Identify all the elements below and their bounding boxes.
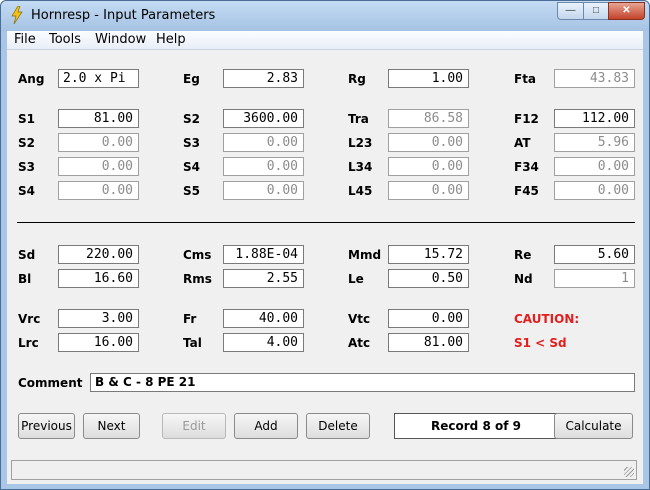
maximize-icon: □ bbox=[592, 5, 600, 16]
field-rms[interactable]: 2.55 bbox=[223, 269, 304, 288]
field-eg[interactable]: 2.83 bbox=[223, 69, 304, 88]
label-vtc: Vtc bbox=[348, 312, 371, 326]
label-bl: Bl bbox=[18, 272, 32, 286]
title-bar[interactable]: Hornresp - Input Parameters — □ ✕ bbox=[1, 1, 649, 31]
label-cms: Cms bbox=[183, 248, 212, 262]
field-le[interactable]: 0.50 bbox=[388, 269, 469, 288]
label-comment: Comment bbox=[18, 376, 83, 390]
label-rg: Rg bbox=[348, 72, 366, 86]
label-l45: L45 bbox=[348, 184, 373, 198]
label-f34: F34 bbox=[514, 160, 539, 174]
field-s2[interactable]: 3600.00 bbox=[223, 109, 304, 128]
next-button[interactable]: Next bbox=[83, 413, 140, 439]
label-tal: Tal bbox=[183, 336, 202, 350]
label-l34: L34 bbox=[348, 160, 373, 174]
menu-file[interactable]: File bbox=[14, 32, 36, 47]
record-indicator: Record 8 of 9 bbox=[394, 413, 558, 439]
label-s1: S1 bbox=[18, 112, 35, 126]
calculate-button[interactable]: Calculate bbox=[554, 413, 633, 439]
field-s4: 0.00 bbox=[223, 157, 304, 176]
field-re[interactable]: 5.60 bbox=[554, 245, 635, 264]
label-f45: F45 bbox=[514, 184, 539, 198]
status-bar bbox=[11, 460, 637, 480]
input-parameters-panel: Ang 2.0 x Pi Eg 2.83 Rg 1.00 Fta 43.83 S… bbox=[7, 50, 643, 484]
add-button[interactable]: Add bbox=[234, 413, 298, 439]
field-s3-lower: 0.00 bbox=[58, 157, 139, 176]
app-window: Hornresp - Input Parameters — □ ✕ File T… bbox=[0, 0, 650, 490]
label-le: Le bbox=[348, 272, 364, 286]
field-mmd[interactable]: 15.72 bbox=[388, 245, 469, 264]
caution-message: S1 < Sd bbox=[514, 336, 567, 350]
maximize-button[interactable]: □ bbox=[583, 2, 609, 20]
window-title: Hornresp - Input Parameters bbox=[31, 8, 216, 23]
field-l45: 0.00 bbox=[388, 181, 469, 200]
label-s2-lower: S2 bbox=[18, 136, 35, 150]
label-s5: S5 bbox=[183, 184, 200, 198]
field-f12[interactable]: 112.00 bbox=[554, 109, 635, 128]
field-s4-lower: 0.00 bbox=[58, 181, 139, 200]
label-s4: S4 bbox=[183, 160, 200, 174]
caution-title: CAUTION: bbox=[514, 312, 580, 326]
menu-help[interactable]: Help bbox=[156, 32, 186, 47]
field-bl[interactable]: 16.60 bbox=[58, 269, 139, 288]
label-ang: Ang bbox=[18, 72, 45, 86]
close-icon: ✕ bbox=[622, 5, 631, 16]
field-l34: 0.00 bbox=[388, 157, 469, 176]
field-lrc[interactable]: 16.00 bbox=[58, 333, 139, 352]
label-f12: F12 bbox=[514, 112, 539, 126]
menu-window[interactable]: Window bbox=[95, 32, 146, 47]
label-s4-lower: S4 bbox=[18, 184, 35, 198]
resize-grip-icon[interactable] bbox=[624, 467, 634, 477]
field-f45: 0.00 bbox=[554, 181, 635, 200]
label-s2: S2 bbox=[183, 112, 200, 126]
menu-tools[interactable]: Tools bbox=[49, 32, 81, 47]
label-nd: Nd bbox=[514, 272, 533, 286]
edit-button[interactable]: Edit bbox=[162, 413, 226, 439]
field-vtc[interactable]: 0.00 bbox=[388, 309, 469, 328]
label-mmd: Mmd bbox=[348, 248, 382, 262]
lightning-icon bbox=[11, 6, 23, 24]
minimize-button[interactable]: — bbox=[557, 2, 584, 20]
label-eg: Eg bbox=[183, 72, 200, 86]
field-s5: 0.00 bbox=[223, 181, 304, 200]
field-sd[interactable]: 220.00 bbox=[58, 245, 139, 264]
field-fta: 43.83 bbox=[554, 69, 635, 88]
field-s2-lower: 0.00 bbox=[58, 133, 139, 152]
field-l23: 0.00 bbox=[388, 133, 469, 152]
label-rms: Rms bbox=[183, 272, 212, 286]
delete-button[interactable]: Delete bbox=[306, 413, 370, 439]
field-rg[interactable]: 1.00 bbox=[388, 69, 469, 88]
field-tal[interactable]: 4.00 bbox=[223, 333, 304, 352]
previous-button[interactable]: Previous bbox=[18, 413, 75, 439]
menu-bar: File Tools Window Help bbox=[7, 31, 643, 50]
field-vrc[interactable]: 3.00 bbox=[58, 309, 139, 328]
field-s3: 0.00 bbox=[223, 133, 304, 152]
label-at: AT bbox=[514, 136, 531, 150]
field-s1[interactable]: 81.00 bbox=[58, 109, 139, 128]
field-tra: 86.58 bbox=[388, 109, 469, 128]
label-l23: L23 bbox=[348, 136, 373, 150]
field-at: 5.96 bbox=[554, 133, 635, 152]
label-sd: Sd bbox=[18, 248, 36, 262]
label-fr: Fr bbox=[183, 312, 197, 326]
field-f34: 0.00 bbox=[554, 157, 635, 176]
label-s3-lower: S3 bbox=[18, 160, 35, 174]
label-tra: Tra bbox=[348, 112, 369, 126]
label-re: Re bbox=[514, 248, 532, 262]
label-lrc: Lrc bbox=[18, 336, 39, 350]
field-ang[interactable]: 2.0 x Pi bbox=[58, 69, 139, 88]
field-nd[interactable]: 1 bbox=[554, 269, 635, 288]
section-divider bbox=[17, 222, 635, 223]
field-fr[interactable]: 40.00 bbox=[223, 309, 304, 328]
label-atc: Atc bbox=[348, 336, 371, 350]
comment-field[interactable]: B & C - 8 PE 21 bbox=[90, 373, 635, 392]
minimize-icon: — bbox=[565, 5, 576, 16]
field-atc[interactable]: 81.00 bbox=[388, 333, 469, 352]
label-vrc: Vrc bbox=[18, 312, 41, 326]
label-s3: S3 bbox=[183, 136, 200, 150]
close-button[interactable]: ✕ bbox=[608, 2, 645, 20]
field-cms[interactable]: 1.88E-04 bbox=[223, 245, 304, 264]
label-fta: Fta bbox=[514, 72, 537, 86]
